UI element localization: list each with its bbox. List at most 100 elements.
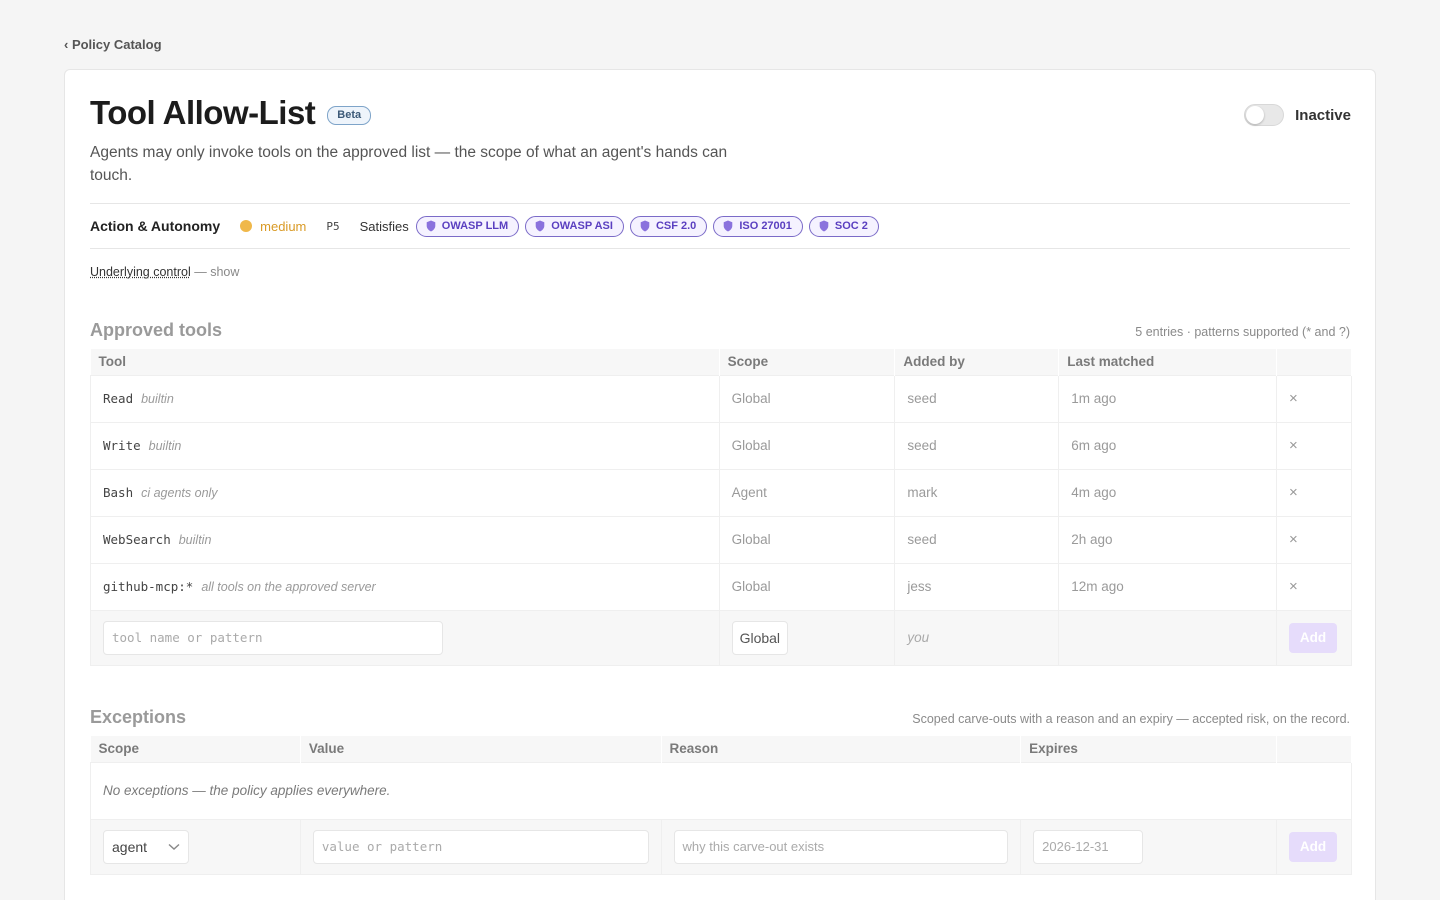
shield-icon (640, 220, 650, 232)
column-header: Value (300, 736, 661, 762)
exception-scope-select[interactable]: agent (103, 830, 189, 864)
tool-scope: Global (732, 391, 771, 406)
remove-tool-button[interactable]: × (1289, 578, 1298, 595)
framework-badge[interactable]: OWASP LLM (416, 216, 519, 237)
column-header (1276, 736, 1351, 762)
add-tool-button[interactable]: Add (1289, 623, 1337, 653)
exception-reason-input[interactable]: why this carve-out exists (674, 830, 1009, 864)
tool-last-matched: 4m ago (1071, 485, 1116, 500)
exception-expires-input[interactable]: 2026-12-31 (1033, 830, 1143, 864)
shield-icon (535, 220, 545, 232)
tool-added-by: mark (907, 485, 937, 500)
empty-row: No exceptions — the policy applies every… (91, 762, 1352, 819)
tool-pattern-input[interactable]: tool name or pattern (103, 621, 443, 655)
remove-tool-button[interactable]: × (1289, 531, 1298, 548)
table-row: Read builtin Global seed 1m ago × (91, 375, 1352, 422)
tool-last-matched: 6m ago (1071, 438, 1116, 453)
column-header: Scope (719, 349, 895, 375)
approved-tools-table: Tool Scope Added by Last matched Read bui… (90, 349, 1352, 666)
tool-name: Bash (103, 485, 133, 500)
divider (90, 248, 1350, 249)
tool-added-by: seed (907, 438, 936, 453)
active-toggle[interactable]: Inactive (1244, 104, 1351, 126)
add-exception-row: agent value or pattern why this carve-ou… (91, 819, 1352, 874)
tool-name: WebSearch (103, 532, 171, 547)
exceptions-table: Scope Value Reason Expires No exceptions… (90, 736, 1352, 875)
table-row: github-mcp:* all tools on the approved se… (91, 563, 1352, 610)
priority-label: P5 (326, 220, 339, 233)
empty-message: No exceptions — the policy applies every… (103, 783, 390, 798)
tool-note: builtin (179, 533, 212, 547)
underlying-control-link[interactable]: Underlying control (90, 265, 191, 279)
framework-badge[interactable]: OWASP ASI (525, 216, 624, 237)
add-exception-button[interactable]: Add (1289, 832, 1337, 862)
tool-last-matched: 2h ago (1071, 532, 1112, 547)
column-header: Last matched (1059, 349, 1277, 375)
back-to-policy-catalog-link[interactable]: ‹ Policy Catalog (64, 37, 162, 52)
chevron-down-icon (168, 843, 180, 851)
tool-last-matched: 12m ago (1071, 579, 1124, 594)
toggle-switch[interactable] (1244, 104, 1284, 126)
tool-last-matched: 1m ago (1071, 391, 1116, 406)
divider (90, 203, 1350, 204)
remove-tool-button[interactable]: × (1289, 437, 1298, 454)
tool-name: Read (103, 391, 133, 406)
table-row: Write builtin Global seed 6m ago × (91, 422, 1352, 469)
table-header-row: Tool Scope Added by Last matched (91, 349, 1352, 375)
policy-card: Tool Allow-List Beta Inactive Agents may… (64, 69, 1376, 900)
shield-icon (819, 220, 829, 232)
tool-added-by: seed (907, 391, 936, 406)
column-header: Tool (91, 349, 720, 375)
meta-row: Action & Autonomy medium P5 Satisfies OW… (90, 215, 885, 237)
framework-badge-label: OWASP LLM (442, 220, 508, 232)
policy-description: Agents may only invoke tools on the appr… (90, 141, 750, 187)
framework-badge[interactable]: ISO 27001 (713, 216, 803, 237)
framework-badge-label: SOC 2 (835, 220, 868, 232)
tool-note: builtin (149, 439, 182, 453)
table-row: Bash ci agents only Agent mark 4m ago × (91, 469, 1352, 516)
tool-scope: Global (732, 579, 771, 594)
underlying-control: Underlying control — show (90, 265, 239, 279)
column-header: Added by (895, 349, 1059, 375)
exceptions-title: Exceptions (90, 707, 186, 728)
framework-badge-label: OWASP ASI (551, 220, 613, 232)
category-label: Action & Autonomy (90, 218, 220, 234)
tool-name: Write (103, 438, 141, 453)
beta-badge: Beta (327, 106, 371, 125)
approved-tools-note: 5 entries · patterns supported (* and ?) (1135, 325, 1350, 339)
shield-icon (426, 220, 436, 232)
add-tool-row: tool name or pattern Global you Add (91, 610, 1352, 665)
table-row: WebSearch builtin Global seed 2h ago × (91, 516, 1352, 563)
table-header-row: Scope Value Reason Expires (91, 736, 1352, 762)
underlying-control-show[interactable]: — show (194, 265, 239, 279)
column-header: Expires (1021, 736, 1277, 762)
framework-badge[interactable]: CSF 2.0 (630, 216, 707, 237)
severity-dot (240, 220, 252, 232)
remove-tool-button[interactable]: × (1289, 390, 1298, 407)
title-row: Tool Allow-List Beta (90, 94, 371, 132)
page-title: Tool Allow-List (90, 94, 315, 132)
exception-scope-value: agent (112, 839, 147, 855)
tool-note: ci agents only (141, 486, 217, 500)
tool-note: all tools on the approved server (201, 580, 375, 594)
framework-badge-label: ISO 27001 (739, 220, 792, 232)
tool-added-by: seed (907, 532, 936, 547)
framework-badge-label: CSF 2.0 (656, 220, 696, 232)
scope-select[interactable]: Global (732, 621, 788, 655)
tool-added-by: jess (907, 579, 931, 594)
framework-badge[interactable]: SOC 2 (809, 216, 879, 237)
severity-label: medium (260, 219, 306, 234)
tool-scope: Global (732, 438, 771, 453)
exceptions-note: Scoped carve-outs with a reason and an e… (912, 712, 1350, 726)
exception-value-input[interactable]: value or pattern (313, 830, 649, 864)
column-header: Scope (91, 736, 301, 762)
remove-tool-button[interactable]: × (1289, 484, 1298, 501)
approved-tools-title: Approved tools (90, 320, 222, 341)
tool-note: builtin (141, 392, 174, 406)
column-header: Reason (661, 736, 1021, 762)
status-label: Inactive (1295, 107, 1351, 124)
shield-icon (723, 220, 733, 232)
toggle-knob (1246, 106, 1264, 124)
framework-badges: OWASP LLM OWASP ASI CSF 2.0 ISO 27001 SOC 2 (416, 216, 885, 237)
tool-scope: Agent (732, 485, 767, 500)
